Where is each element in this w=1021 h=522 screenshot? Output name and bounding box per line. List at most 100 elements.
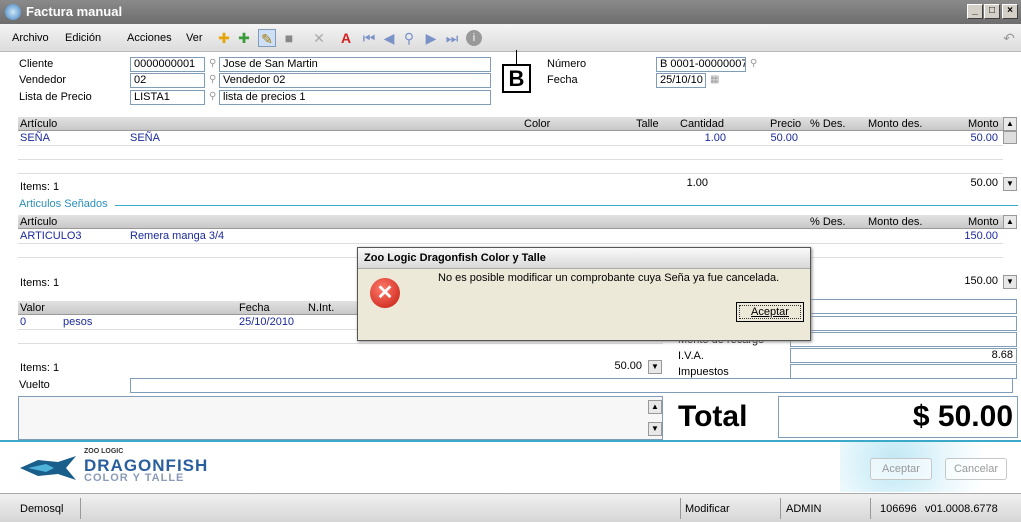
dialog-message: No es posible modificar un comprobante c…	[438, 272, 780, 284]
font-icon[interactable]: A	[337, 29, 355, 47]
cliente-label: Cliente	[19, 58, 54, 70]
lista-code-field[interactable]: LISTA1	[130, 90, 205, 105]
window-title: Factura manual	[26, 4, 123, 19]
lista-label: Lista de Precio	[19, 91, 92, 103]
search-icon[interactable]: ⚲	[750, 58, 757, 69]
status-mode: Modificar	[685, 503, 730, 515]
footer-cancelar-button[interactable]: Cancelar	[945, 458, 1007, 480]
row-monto: 150.00	[964, 230, 998, 242]
vendedor-code-field[interactable]: 02	[130, 73, 205, 88]
vendedor-name-field[interactable]: Vendedor 02	[219, 73, 491, 88]
table-row[interactable]	[18, 160, 1003, 174]
observaciones-textarea[interactable]	[18, 396, 663, 440]
recargo-field[interactable]	[790, 332, 1017, 347]
status-separator	[680, 498, 681, 519]
col-cantidad: Cantidad	[680, 118, 725, 130]
menu-acciones[interactable]: Acciones	[127, 32, 172, 44]
undo-icon[interactable]: ↶	[1000, 29, 1018, 47]
iva-label: I.V.A.	[678, 350, 704, 362]
articulos-grid: Artículo Color Talle Cantidad Precio % D…	[18, 117, 1003, 197]
col-descuento: % Des.	[810, 118, 846, 130]
footer-bar: ZOO LOGIC DRAGONFISH COLOR Y TALLE Acept…	[0, 440, 1021, 492]
save-icon[interactable]: ■	[280, 29, 298, 47]
maximize-icon[interactable]: □	[984, 4, 1000, 19]
row-valor: 0	[20, 316, 27, 328]
numero-label: Número	[547, 58, 587, 70]
impuestos-field[interactable]	[790, 364, 1017, 379]
descuento-field[interactable]	[790, 316, 1017, 331]
total-cantidad: 1.00	[686, 177, 708, 189]
error-dialog: Zoo Logic Dragonfish Color y Talle ✕ No …	[357, 247, 811, 341]
cliente-code-field[interactable]: 0000000001	[130, 57, 205, 72]
fecha-field[interactable]: 25/10/10	[656, 73, 706, 88]
vuelto-label: Vuelto	[19, 379, 50, 391]
status-bar: Demosql Modificar ADMIN 106696 v01.0008.…	[0, 493, 1021, 522]
col-descuento: % Des.	[810, 216, 846, 228]
col-color: Color	[524, 118, 551, 130]
row-articulo: ARTICULO3	[20, 230, 82, 242]
scroll-up-icon[interactable]: ▲	[1003, 215, 1017, 229]
col-monto-des: Monto des.	[868, 216, 923, 228]
menu-ver[interactable]: Ver	[186, 32, 203, 44]
search-icon[interactable]: ⚲	[209, 58, 216, 69]
cancel-icon[interactable]: ✕	[310, 29, 328, 47]
minimize-icon[interactable]: _	[967, 4, 983, 19]
col-nint: N.Int.	[308, 302, 335, 314]
scroll-down-icon[interactable]: ▼	[1003, 275, 1017, 289]
prev-icon[interactable]: ◀	[380, 29, 398, 47]
total-monto: 150.00	[964, 275, 998, 287]
edit-icon[interactable]: ✎	[258, 29, 276, 47]
col-articulo: Artículo	[20, 118, 58, 130]
cliente-name-field[interactable]: Jose de San Martin	[219, 57, 491, 72]
binoculars-icon[interactable]: ⚲	[400, 29, 418, 47]
info-icon[interactable]: i	[466, 30, 482, 46]
aceptar-button[interactable]: Aceptar	[736, 302, 804, 322]
numero-field[interactable]: B 0001-00000007	[656, 57, 746, 72]
section-divider	[115, 205, 1018, 206]
new-icon[interactable]: ✚	[215, 29, 233, 47]
first-icon[interactable]: ⏮	[360, 29, 378, 47]
col-monto: Monto	[968, 216, 999, 228]
search-icon[interactable]: ⚲	[209, 91, 216, 102]
col-valor: Valor	[20, 302, 45, 314]
vuelto-field[interactable]	[130, 378, 1013, 393]
last-icon[interactable]: ⏭	[443, 29, 461, 47]
lista-name-field[interactable]: lista de precios 1	[219, 90, 491, 105]
senados-title: Articulos Señados	[19, 198, 108, 210]
scroll-down-icon[interactable]: ▼	[1003, 177, 1017, 191]
table-row[interactable]: ARTICULO3 Remera manga 3/4 150.00	[18, 229, 1003, 244]
search-icon[interactable]: ⚲	[209, 74, 216, 85]
app-icon	[5, 4, 21, 20]
row-fecha: 25/10/2010	[239, 316, 295, 328]
scroll-up-icon[interactable]: ▲	[648, 400, 662, 414]
scroll-down-icon[interactable]: ▼	[648, 360, 662, 374]
row-articulo: SEÑA	[20, 132, 50, 144]
menu-edicion[interactable]: Edición	[65, 32, 101, 44]
scroll-down-icon[interactable]: ▼	[648, 422, 662, 436]
table-row[interactable]: SEÑA SEÑA 1.00 50.00 50.00	[18, 131, 1003, 146]
menu-bar: Archivo Edición Acciones Ver ✚ ✚ ✎ ■ ✕ A…	[0, 24, 1021, 52]
iva-field[interactable]: 8.68	[790, 348, 1017, 363]
status-separator	[80, 498, 81, 519]
tipo-divider	[516, 50, 517, 64]
next-icon[interactable]: ▶	[422, 29, 440, 47]
close-icon[interactable]: ×	[1002, 4, 1018, 19]
total-monto: 50.00	[970, 177, 998, 189]
table-row[interactable]	[18, 146, 1003, 160]
col-precio: Precio	[770, 118, 802, 130]
subtotal-field[interactable]	[790, 299, 1017, 314]
footer-aceptar-button[interactable]: Aceptar	[870, 458, 932, 480]
calendar-icon[interactable]: ▦	[710, 74, 719, 85]
scroll-up-icon[interactable]: ▲	[1003, 117, 1017, 131]
status-separator	[780, 498, 781, 519]
grid-header: Artículo % Des. Monto des. Monto	[18, 215, 1003, 229]
brand-sub: COLOR Y TALLE	[84, 472, 185, 484]
error-icon: ✕	[370, 278, 400, 308]
menu-archivo[interactable]: Archivo	[12, 32, 49, 44]
add-icon[interactable]: ✚	[235, 29, 253, 47]
col-monto: Monto	[968, 118, 999, 130]
scrollbar-thumb[interactable]	[1003, 131, 1017, 144]
dialog-title: Zoo Logic Dragonfish Color y Talle	[358, 248, 810, 269]
tipo-comprobante: B	[502, 64, 531, 93]
items-count: Items: 1	[20, 362, 60, 374]
